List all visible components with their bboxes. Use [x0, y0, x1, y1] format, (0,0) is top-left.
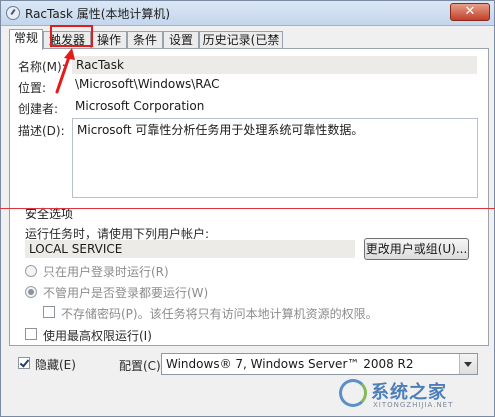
annotation-arrow-icon: [55, 48, 75, 94]
watermark-logo: 系统之家 XITONGZHIJIA.NET: [339, 377, 489, 413]
watermark-url: XITONGZHIJIA.NET: [373, 401, 454, 409]
watermark-globe-icon: [339, 379, 367, 407]
